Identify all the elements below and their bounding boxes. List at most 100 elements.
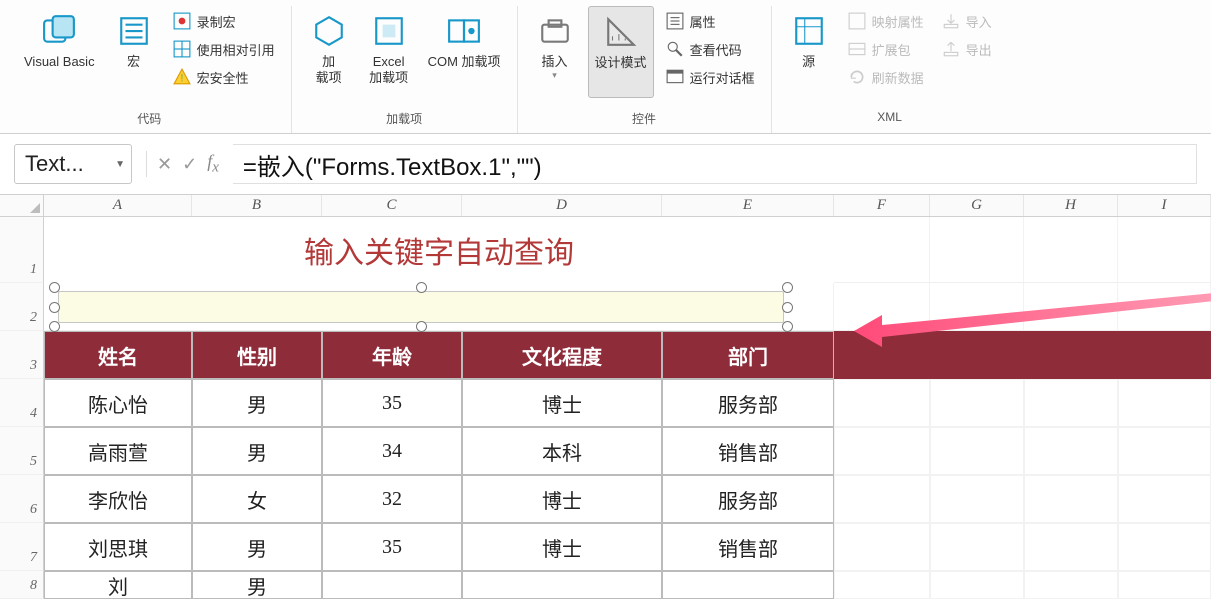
cell[interactable] (1024, 427, 1118, 475)
table-cell[interactable]: 刘 (44, 571, 192, 599)
cell[interactable] (930, 475, 1024, 523)
name-box[interactable]: Text... ▼ (14, 144, 132, 184)
cell[interactable] (1024, 283, 1118, 331)
cell[interactable] (930, 379, 1024, 427)
table-cell[interactable]: 刘思琪 (44, 523, 192, 571)
table-cell[interactable]: 李欣怡 (44, 475, 192, 523)
cell[interactable] (834, 379, 930, 427)
macro-security-button[interactable]: ! 宏安全性 (167, 64, 281, 90)
cell[interactable] (1118, 475, 1211, 523)
textbox-control[interactable] (54, 287, 788, 327)
table-cell[interactable]: 销售部 (662, 427, 834, 475)
table-cell[interactable]: 销售部 (662, 523, 834, 571)
table-cell[interactable]: 男 (192, 523, 322, 571)
row-header[interactable]: 1 (0, 217, 44, 283)
table-header-cell[interactable]: 部门 (662, 331, 834, 379)
chevron-down-icon[interactable]: ▼ (115, 159, 125, 170)
row-header[interactable]: 5 (0, 427, 44, 475)
cell[interactable] (1118, 217, 1211, 283)
cell[interactable] (1024, 379, 1118, 427)
cell[interactable] (930, 217, 1024, 283)
cell[interactable] (930, 523, 1024, 571)
resize-handle[interactable] (782, 282, 793, 293)
cell[interactable] (1024, 475, 1118, 523)
table-cell[interactable]: 男 (192, 379, 322, 427)
cell[interactable] (834, 331, 930, 379)
properties-button[interactable]: 属性 (660, 8, 761, 34)
cell[interactable] (834, 475, 930, 523)
cell[interactable] (1118, 523, 1211, 571)
cell[interactable] (930, 283, 1024, 331)
source-button[interactable]: 源 (782, 6, 836, 98)
table-cell[interactable]: 35 (322, 523, 462, 571)
cell[interactable] (1024, 331, 1118, 379)
resize-handle[interactable] (416, 282, 427, 293)
row-header[interactable]: 8 (0, 571, 44, 599)
resize-handle[interactable] (782, 321, 793, 332)
table-cell[interactable]: 35 (322, 379, 462, 427)
table-cell[interactable]: 男 (192, 427, 322, 475)
cell[interactable] (930, 331, 1024, 379)
com-addin-button[interactable]: COM 加载项 (422, 6, 507, 98)
table-cell[interactable]: 陈心怡 (44, 379, 192, 427)
resize-handle[interactable] (49, 321, 60, 332)
table-cell[interactable] (462, 571, 662, 599)
cell[interactable] (834, 283, 930, 331)
row-header[interactable]: 4 (0, 379, 44, 427)
cancel-icon[interactable]: ✕ (157, 154, 172, 175)
textbox-host-cell[interactable] (44, 283, 834, 331)
cell[interactable] (1118, 427, 1211, 475)
macros-button[interactable]: 宏 (107, 6, 161, 98)
resize-handle[interactable] (782, 302, 793, 313)
table-cell[interactable]: 本科 (462, 427, 662, 475)
row-header[interactable]: 3 (0, 331, 44, 379)
table-cell[interactable]: 服务部 (662, 475, 834, 523)
formula-input[interactable] (233, 144, 1197, 184)
col-header[interactable]: D (462, 195, 662, 216)
table-cell[interactable]: 34 (322, 427, 462, 475)
table-cell[interactable]: 博士 (462, 523, 662, 571)
relative-ref-button[interactable]: 使用相对引用 (167, 36, 281, 62)
table-cell[interactable]: 高雨萱 (44, 427, 192, 475)
table-cell[interactable] (662, 571, 834, 599)
cell[interactable] (834, 217, 930, 283)
sheet-title[interactable]: 输入关键字自动查询 (44, 217, 834, 283)
row-header[interactable]: 6 (0, 475, 44, 523)
cell[interactable] (1118, 283, 1211, 331)
table-header-cell[interactable]: 年龄 (322, 331, 462, 379)
col-header[interactable]: G (930, 195, 1024, 216)
resize-handle[interactable] (49, 302, 60, 313)
cell[interactable] (1118, 571, 1211, 599)
excel-addin-button[interactable]: Excel 加载项 (362, 6, 416, 98)
table-cell[interactable]: 女 (192, 475, 322, 523)
col-header[interactable]: H (1024, 195, 1118, 216)
table-cell[interactable]: 男 (192, 571, 322, 599)
cell[interactable] (930, 571, 1024, 599)
cell[interactable] (1118, 379, 1211, 427)
col-header[interactable]: A (44, 195, 192, 216)
resize-handle[interactable] (49, 282, 60, 293)
record-macro-button[interactable]: 录制宏 (167, 8, 281, 34)
table-cell[interactable] (322, 571, 462, 599)
view-code-button[interactable]: 查看代码 (660, 36, 761, 62)
insert-button[interactable]: 插入 ▾ (528, 6, 582, 98)
table-header-cell[interactable]: 姓名 (44, 331, 192, 379)
fx-icon[interactable]: fx (207, 151, 219, 177)
table-cell[interactable]: 博士 (462, 379, 662, 427)
col-header[interactable]: E (662, 195, 834, 216)
run-dialog-button[interactable]: 运行对话框 (660, 64, 761, 90)
confirm-icon[interactable]: ✓ (182, 154, 197, 175)
table-header-cell[interactable]: 文化程度 (462, 331, 662, 379)
cell[interactable] (1024, 571, 1118, 599)
table-cell[interactable]: 32 (322, 475, 462, 523)
cell[interactable] (930, 427, 1024, 475)
cell[interactable] (834, 571, 930, 599)
design-mode-button[interactable]: 设计模式 (588, 6, 654, 98)
resize-handle[interactable] (416, 321, 427, 332)
cell[interactable] (1024, 523, 1118, 571)
cell[interactable] (834, 427, 930, 475)
row-header[interactable]: 7 (0, 523, 44, 571)
table-header-cell[interactable]: 性别 (192, 331, 322, 379)
col-header[interactable]: B (192, 195, 322, 216)
col-header[interactable]: F (834, 195, 930, 216)
